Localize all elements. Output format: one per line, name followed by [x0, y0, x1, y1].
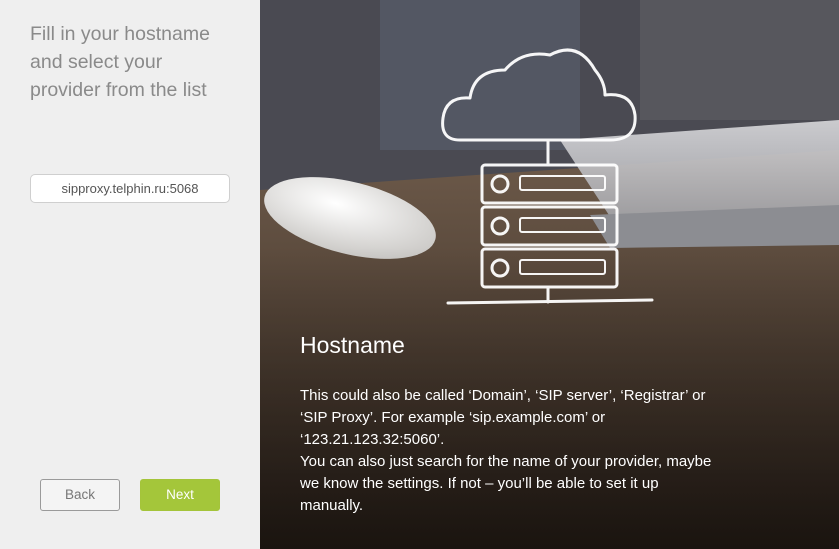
info-panel: Hostname This could also be called ‘Doma…: [260, 0, 839, 549]
hostname-input[interactable]: [30, 174, 230, 203]
back-button[interactable]: Back: [40, 479, 120, 511]
page-heading: Fill in your hostname and select your pr…: [30, 23, 210, 101]
info-title: Hostname: [300, 332, 405, 358]
next-button[interactable]: Next: [140, 479, 220, 511]
info-description: This could also be called ‘Domain’, ‘SIP…: [300, 387, 712, 514]
sidebar-panel: Fill in your hostname and select your pr…: [0, 0, 260, 549]
